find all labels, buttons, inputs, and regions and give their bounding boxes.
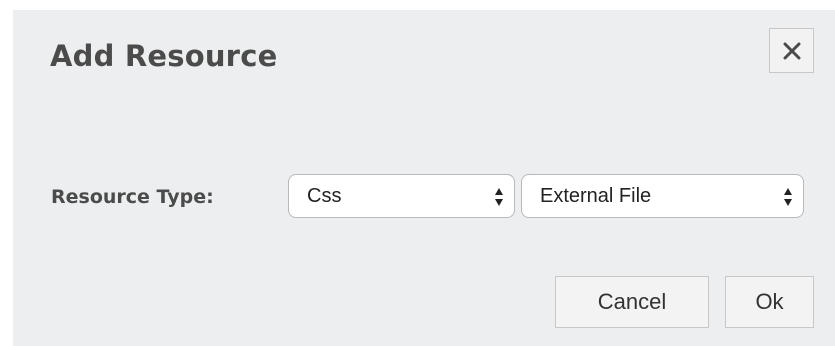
resource-source-select[interactable]: External File — [521, 174, 804, 218]
resource-type-select-value: Css — [307, 185, 342, 207]
ok-button[interactable]: Ok — [725, 276, 814, 328]
dialog-title: Add Resource — [50, 39, 278, 73]
close-button[interactable] — [769, 28, 814, 73]
select-arrows-icon — [784, 188, 792, 206]
resource-source-select-value: External File — [540, 185, 652, 207]
resource-type-label: Resource Type: — [51, 186, 214, 208]
add-resource-dialog: Add Resource Resource Type: Css External… — [13, 10, 835, 346]
cancel-button[interactable]: Cancel — [555, 276, 709, 328]
resource-type-select[interactable]: Css — [288, 174, 515, 218]
close-icon — [783, 42, 800, 59]
select-arrows-icon — [495, 188, 503, 206]
